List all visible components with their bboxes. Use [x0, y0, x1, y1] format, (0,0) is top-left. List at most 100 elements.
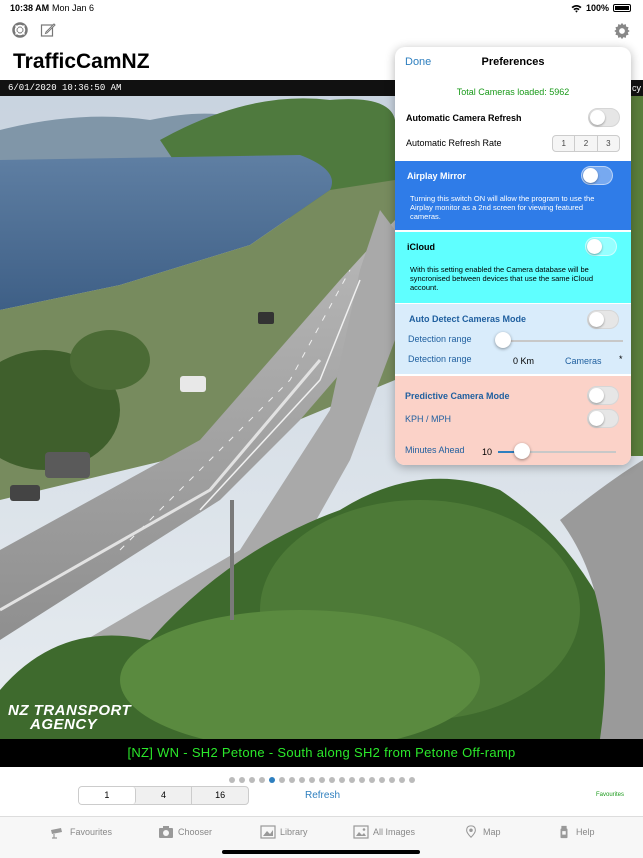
page-dot[interactable] — [299, 777, 305, 783]
auto-detect-title: Auto Detect Cameras Mode — [409, 314, 527, 324]
detection-range-slider[interactable] — [495, 332, 511, 348]
icloud-description: With this setting enabled the Camera dat… — [410, 265, 594, 292]
page-dot[interactable] — [369, 777, 375, 783]
page-dot[interactable] — [329, 777, 335, 783]
page-dot[interactable] — [389, 777, 395, 783]
minutes-ahead-value: 10 — [482, 447, 493, 457]
minutes-ahead-slider[interactable] — [513, 443, 530, 459]
help-icon — [560, 825, 568, 839]
cameras-label: Cameras — [565, 356, 602, 366]
airplay-section: Airplay Mirror Turning this switch ON wi… — [395, 161, 631, 230]
status-right: 100% — [571, 3, 631, 13]
tab-map[interactable]: Map — [463, 825, 501, 839]
chooser-icon — [159, 826, 173, 838]
page-dot[interactable] — [379, 777, 385, 783]
logo-line-2: AGENCY — [30, 716, 98, 733]
refresh-rate-selector: 1 2 3 — [552, 135, 620, 152]
page-dot[interactable] — [259, 777, 265, 783]
camera-caption: [NZ] WN - SH2 Petone - South along SH2 f… — [127, 745, 516, 760]
library-icon — [260, 825, 276, 839]
home-indicator[interactable] — [222, 850, 420, 854]
tab-label: Library — [280, 827, 308, 837]
battery-icon — [613, 4, 631, 12]
icloud-title: iCloud — [407, 242, 435, 252]
page-dot[interactable] — [289, 777, 295, 783]
page-title: TrafficCamNZ — [13, 50, 150, 73]
tab-all-images[interactable]: All Images — [353, 825, 415, 839]
transport-agency-logo: NZ TRANSPORT AGENCY — [8, 703, 131, 733]
camera-agency-fragment: cy — [632, 83, 641, 93]
battery-percent: 100% — [585, 3, 609, 13]
cameras-loaded-text: Total Cameras loaded: 5962 — [456, 87, 570, 97]
favourites-label[interactable]: Favourites — [596, 792, 624, 798]
detection-range-value: 0 Km — [513, 356, 535, 366]
airplay-description: Turning this switch ON will allow the pr… — [410, 194, 595, 221]
camera-caption-bar: [NZ] WN - SH2 Petone - South along SH2 f… — [0, 739, 643, 767]
cameras-count-asterisk: * — [619, 354, 623, 364]
images-icon — [353, 825, 369, 839]
compose-icon[interactable] — [40, 22, 56, 38]
grid-option-1[interactable]: 1 — [79, 787, 136, 804]
page-dot[interactable] — [349, 777, 355, 783]
kph-mph-label: KPH / MPH — [405, 414, 452, 424]
page-indicator[interactable] — [229, 777, 415, 783]
page-dot[interactable] — [409, 777, 415, 783]
camera-timestamp: 6/01/2020 10:36:50 AM — [8, 83, 122, 93]
page-dot[interactable] — [359, 777, 365, 783]
refresh-button[interactable]: Refresh — [305, 790, 340, 801]
tab-favourites[interactable]: Favourites — [50, 825, 112, 839]
grid-option-4[interactable]: 4 — [136, 787, 193, 804]
page-dot[interactable] — [319, 777, 325, 783]
page-dot[interactable] — [239, 777, 245, 783]
status-date: Mon Jan 6 — [52, 3, 95, 13]
tab-help[interactable]: Help — [556, 825, 595, 839]
gear-icon[interactable] — [613, 22, 631, 40]
refresh-rate-option-1[interactable]: 1 — [553, 136, 576, 151]
page-dot[interactable] — [309, 777, 315, 783]
page-dot[interactable] — [229, 777, 235, 783]
detection-range-track — [503, 340, 623, 342]
tab-label: Help — [576, 827, 595, 837]
page-dot[interactable] — [249, 777, 255, 783]
camera-icon — [51, 828, 62, 839]
refresh-rate-option-3[interactable]: 3 — [598, 136, 619, 151]
predictive-title: Predictive Camera Mode — [405, 391, 510, 401]
status-time: 10:38 AM — [10, 3, 50, 13]
preferences-popover: Done Preferences Total Cameras loaded: 5… — [395, 47, 631, 465]
auto-detect-toggle[interactable] — [587, 310, 619, 329]
airplay-title: Airplay Mirror — [407, 171, 467, 181]
refresh-rate-option-2[interactable]: 2 — [575, 136, 598, 151]
page-dot[interactable] — [269, 777, 275, 783]
grid-option-16[interactable]: 16 — [192, 787, 248, 804]
minutes-ahead-label: Minutes Ahead — [405, 445, 465, 455]
kph-mph-toggle[interactable] — [587, 409, 619, 428]
tab-label: Chooser — [178, 827, 213, 837]
predictive-section: Predictive Camera Mode KPH / MPH Minutes… — [395, 376, 631, 465]
tab-label: All Images — [373, 827, 416, 837]
page-dot[interactable] — [399, 777, 405, 783]
wifi-icon — [571, 4, 582, 13]
page-dot[interactable] — [339, 777, 345, 783]
tab-chooser[interactable]: Chooser — [158, 825, 212, 839]
detection-range-label-2: Detection range — [408, 354, 472, 364]
navbar-left-icons — [12, 22, 56, 38]
popover-header: Done Preferences — [395, 47, 631, 77]
lifebuoy-icon[interactable] — [12, 22, 28, 38]
page-dot[interactable] — [279, 777, 285, 783]
status-bar: 10:38 AM Mon Jan 6 100% — [0, 0, 643, 16]
airplay-toggle[interactable] — [581, 166, 613, 185]
tab-library[interactable]: Library — [260, 825, 308, 839]
refresh-rate-label: Automatic Refresh Rate — [406, 138, 502, 148]
popover-title: Preferences — [481, 56, 545, 68]
detection-range-label-1: Detection range — [408, 334, 472, 344]
app-window: 10:38 AM Mon Jan 6 100% TrafficCamNZ 6/0… — [0, 0, 643, 858]
icloud-toggle[interactable] — [585, 237, 617, 256]
grid-size-selector: 1 4 16 — [78, 786, 249, 805]
auto-refresh-toggle[interactable] — [588, 108, 620, 127]
map-pin-icon — [466, 825, 476, 838]
icloud-section: iCloud With this setting enabled the Cam… — [395, 232, 631, 303]
tab-label: Favourites — [70, 827, 113, 837]
auto-detect-section: Auto Detect Cameras Mode Detection range… — [395, 304, 631, 374]
predictive-toggle[interactable] — [587, 386, 619, 405]
auto-refresh-label: Automatic Camera Refresh — [406, 113, 522, 123]
